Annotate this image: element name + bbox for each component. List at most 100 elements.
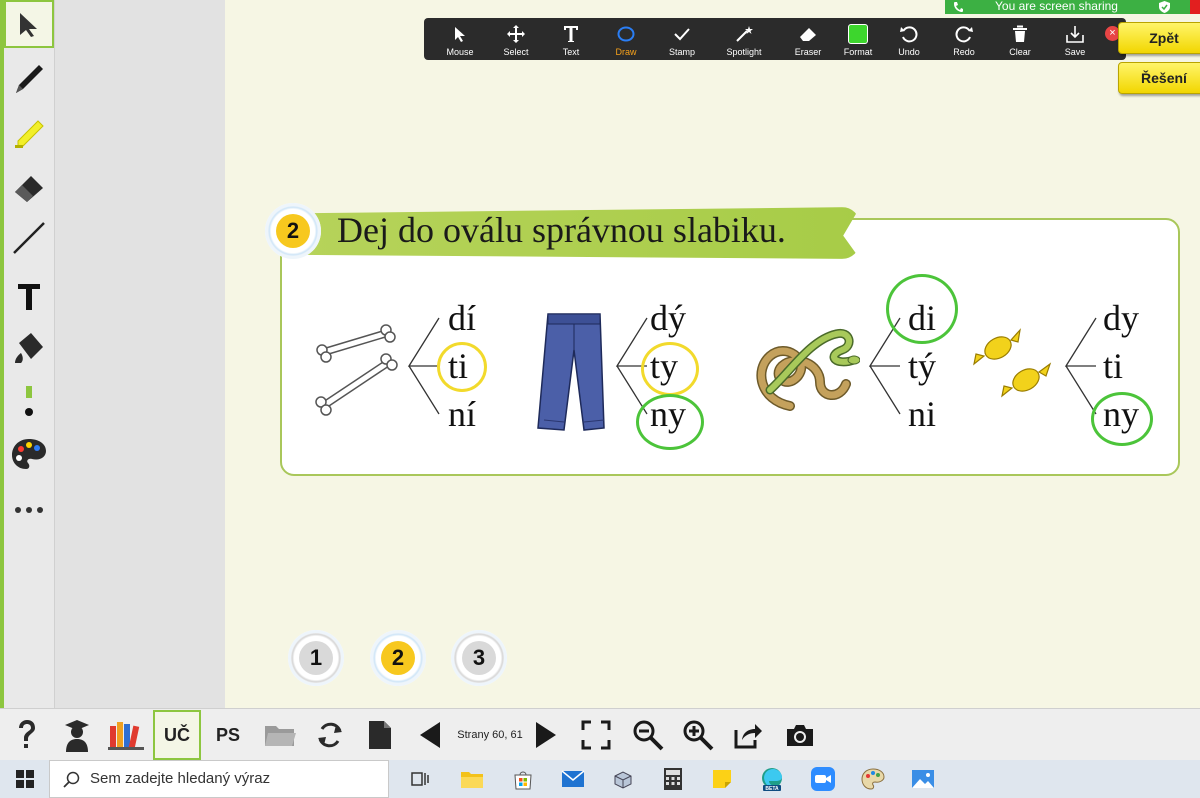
text-tool-button[interactable] (4, 272, 54, 320)
calculator-button[interactable] (658, 765, 688, 793)
arrow-pointer-icon (20, 13, 37, 37)
eraser-tool-button[interactable] (4, 162, 54, 210)
teacher-button[interactable] (60, 709, 94, 761)
text-tool[interactable]: Text (543, 18, 599, 60)
store-button[interactable] (508, 765, 538, 793)
books-icon (108, 722, 144, 750)
pen-tool-button[interactable] (4, 54, 54, 102)
uc-tab[interactable]: UČ (153, 710, 201, 760)
mouse-tool[interactable]: Mouse (432, 18, 488, 60)
sticky-note-icon (713, 770, 731, 788)
page-button[interactable] (362, 709, 398, 761)
exercise-1-number: 1 (299, 641, 333, 675)
eraser-tool[interactable]: Eraser (780, 18, 836, 60)
start-button[interactable] (10, 765, 40, 793)
color-palette-button[interactable] (4, 430, 54, 478)
mouse-label: Mouse (446, 47, 474, 57)
candies-image (973, 328, 1052, 398)
eraser-icon (800, 28, 816, 41)
annotation-toolbar: Mouse Select Text Draw Stamp Spotlight E… (424, 18, 1126, 60)
undo-tool[interactable]: Undo (881, 18, 937, 60)
exercise-number: 2 (276, 214, 310, 248)
redo-icon (955, 26, 973, 43)
back-button[interactable]: Zpět (1118, 22, 1200, 54)
paint-app-button[interactable] (858, 765, 888, 793)
ps-tab[interactable]: PS (205, 709, 251, 761)
mail-button[interactable] (558, 765, 588, 793)
stamp-tool[interactable]: Stamp (654, 18, 710, 60)
edge-icon: BETA (762, 768, 782, 792)
photos-button[interactable] (908, 765, 938, 793)
line-icon (13, 222, 45, 254)
pointer-tool-button[interactable] (4, 0, 54, 48)
cube-icon (614, 771, 632, 789)
spotlight-tool[interactable]: Spotlight (716, 18, 772, 60)
format-tool[interactable]: Format (830, 18, 886, 60)
save-tool[interactable]: Save (1047, 18, 1103, 60)
side-gutter (55, 0, 225, 708)
syllable-dy: dy (1103, 298, 1139, 338)
share-icon (734, 724, 762, 749)
redo-tool[interactable]: Redo (936, 18, 992, 60)
zoom-in-button[interactable] (680, 709, 716, 761)
syllable-di-long: dí (448, 298, 477, 338)
solution-button[interactable]: Řešení (1118, 62, 1200, 94)
stroke-size-button[interactable] (4, 384, 54, 420)
file-explorer-button[interactable] (457, 765, 487, 793)
sticky-notes-button[interactable] (707, 765, 737, 793)
snakes-image (756, 328, 860, 411)
trousers-image (537, 313, 605, 431)
text-icon (18, 284, 40, 310)
zoom-out-button[interactable] (630, 709, 666, 761)
search-icon (63, 771, 80, 788)
screenshot-button[interactable] (782, 709, 818, 761)
app-button[interactable] (608, 765, 638, 793)
text-label: Text (562, 47, 580, 57)
open-folder-button[interactable] (260, 709, 300, 761)
taskbar-search-input[interactable]: Sem zadejte hledaný výraz (49, 760, 389, 798)
text-icon (564, 26, 578, 42)
more-tools-button[interactable] (4, 486, 54, 534)
exercise-1-button[interactable]: 1 (288, 630, 344, 686)
select-tool[interactable]: Select (488, 18, 544, 60)
spotlight-label: Spotlight (726, 47, 762, 57)
ps-label: PS (215, 724, 240, 745)
screen-sharing-banner[interactable]: You are screen sharing (945, 0, 1190, 14)
answer-oval-yellow-ty (641, 342, 699, 396)
redo-label: Redo (953, 47, 975, 57)
next-page-button[interactable] (530, 709, 562, 761)
library-button[interactable] (106, 709, 146, 761)
stroke-size-icon (25, 386, 33, 416)
stamp-label: Stamp (668, 47, 695, 57)
palette-icon (12, 439, 46, 469)
fullscreen-button[interactable] (578, 709, 614, 761)
draw-tool[interactable]: Draw (598, 18, 654, 60)
task-view-icon (411, 772, 429, 786)
fill-tool-button[interactable] (4, 324, 54, 372)
triangle-right-icon (536, 722, 556, 748)
undo-icon (900, 26, 918, 43)
task-view-button[interactable] (405, 765, 435, 793)
help-button[interactable] (10, 709, 44, 761)
highlighter-tool-button[interactable] (4, 108, 54, 156)
exercise-2-button[interactable]: 2 (370, 630, 426, 686)
share-button[interactable] (730, 709, 766, 761)
line-tool-button[interactable] (4, 214, 54, 262)
stop-share-indicator[interactable] (1190, 0, 1200, 14)
refresh-button[interactable] (310, 709, 350, 761)
bones-image (315, 324, 398, 416)
document-icon (369, 721, 391, 749)
check-icon (674, 28, 690, 41)
shield-icon (1159, 1, 1170, 13)
screen-sharing-text: You are screen sharing (995, 0, 1118, 13)
zoom-out-icon (633, 720, 664, 751)
phone-icon (954, 2, 963, 12)
photos-icon (912, 770, 934, 788)
zoom-app-button[interactable] (808, 765, 838, 793)
clear-tool[interactable]: Clear (992, 18, 1048, 60)
previous-page-button[interactable] (414, 709, 446, 761)
exercise-3-button[interactable]: 3 (451, 630, 507, 686)
palette-icon (861, 768, 885, 790)
edge-beta-button[interactable]: BETA (757, 765, 787, 793)
eraser-label: Eraser (794, 47, 822, 57)
